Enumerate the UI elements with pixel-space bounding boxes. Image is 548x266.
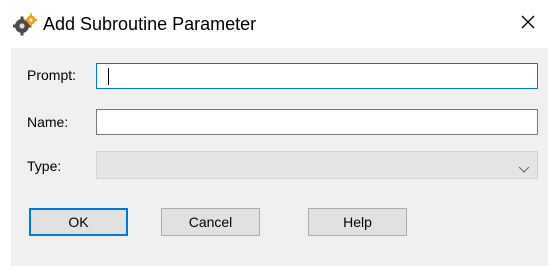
name-input[interactable] (96, 109, 538, 135)
name-label: Name: (27, 114, 69, 130)
type-dropdown[interactable] (96, 151, 538, 179)
window-title: Add Subroutine Parameter (43, 14, 257, 34)
prompt-label: Prompt: (27, 67, 77, 83)
ok-button[interactable]: OK (29, 208, 128, 236)
prompt-input[interactable] (96, 63, 538, 89)
help-button[interactable]: Help (308, 208, 407, 236)
type-label: Type: (27, 158, 62, 174)
chevron-down-icon (518, 161, 530, 173)
dialog-body: Prompt: Name: Type: OK Cancel Help (11, 48, 548, 266)
text-caret (108, 68, 109, 85)
subroutine-gears-icon (12, 12, 37, 36)
add-subroutine-parameter-dialog: Add Subroutine Parameter Prompt: Name: T… (0, 0, 548, 266)
title-bar[interactable]: Add Subroutine Parameter (0, 0, 548, 48)
close-icon (520, 14, 536, 35)
cancel-button[interactable]: Cancel (161, 208, 260, 236)
close-button[interactable] (508, 6, 548, 42)
